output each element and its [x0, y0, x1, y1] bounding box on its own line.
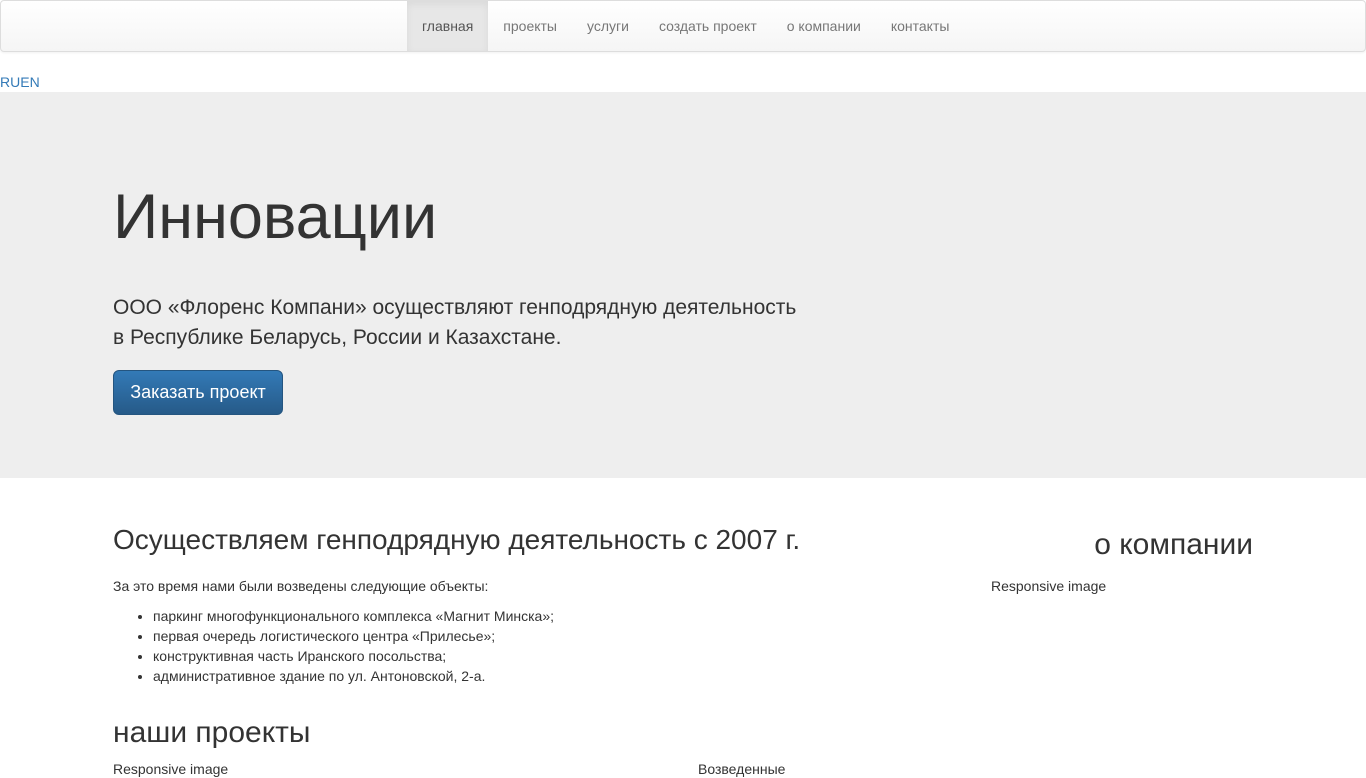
- hero-text: ООО «Флоренс Компани» осуществляют генпо…: [113, 296, 797, 349]
- list-item: паркинг многофункционального комплекса «…: [153, 606, 554, 626]
- lang-ru-link[interactable]: RU: [0, 74, 20, 90]
- about-title: о компании: [1094, 528, 1253, 561]
- objects-list: паркинг многофункционального комплекса «…: [113, 606, 554, 686]
- nav-item-create-project[interactable]: создать проект: [644, 1, 772, 51]
- nav-item-projects[interactable]: проекты: [488, 1, 572, 51]
- lang-en-link[interactable]: EN: [20, 74, 39, 90]
- activity-title: Осуществляем генподрядную деятельность с…: [113, 524, 801, 555]
- nav-item-about[interactable]: о компании: [772, 1, 876, 51]
- about-image-alt: Responsive image: [991, 578, 1107, 594]
- hero-jumbotron: Инновации ООО «Флоренс Компани» осуществ…: [0, 92, 1366, 478]
- language-switcher: RUEN: [0, 74, 40, 90]
- list-item: первая очередь логистического центра «Пр…: [153, 626, 554, 646]
- top-navbar: главная проекты услуги создать проект о …: [0, 0, 1366, 52]
- order-project-button[interactable]: Заказать проект: [113, 370, 283, 415]
- activity-intro: За это время нами были возведены следующ…: [113, 578, 489, 594]
- nav-item-contacts[interactable]: контакты: [876, 1, 965, 51]
- nav-item-home[interactable]: главная: [407, 1, 489, 51]
- projects-title: наши проекты: [113, 716, 311, 749]
- about-image: Responsive image: [991, 577, 1106, 595]
- nav-item-services[interactable]: услуги: [572, 1, 644, 51]
- project-image-alt: Responsive image: [113, 761, 229, 777]
- hero-title: Инновации: [113, 182, 438, 252]
- list-item: конструктивная часть Иранского посольств…: [153, 646, 554, 666]
- project-image: Responsive image: [113, 760, 228, 778]
- project-caption: Возведенные: [698, 761, 786, 777]
- main-nav: главная проекты услуги создать проект о …: [407, 1, 964, 51]
- list-item: административное здание по ул. Антоновск…: [153, 666, 554, 686]
